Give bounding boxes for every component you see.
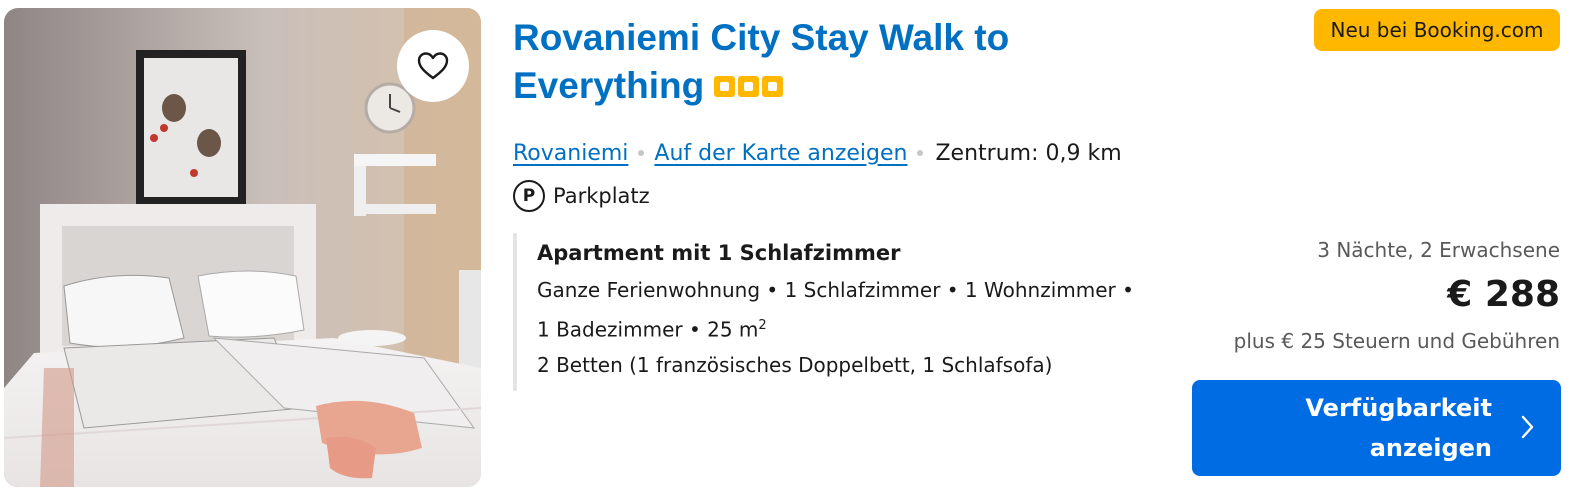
star-icon xyxy=(738,76,760,97)
show-availability-label: Verfügbarkeit anzeigen xyxy=(1192,388,1492,468)
square-meter-superscript: 2 xyxy=(758,318,767,333)
show-on-map-link[interactable]: Auf der Karte anzeigen xyxy=(654,141,907,166)
distance-to-center: Zentrum: 0,9 km xyxy=(935,140,1122,166)
star-icon xyxy=(714,76,736,97)
room-details: Apartment mit 1 Schlafzimmer Ganze Ferie… xyxy=(513,233,1173,391)
favorite-button[interactable] xyxy=(397,30,469,102)
property-photo[interactable] xyxy=(4,8,481,487)
show-availability-label-line-2: anzeigen xyxy=(1369,434,1492,462)
room-features-line-2: 1 Badezimmer • 25 m2 xyxy=(537,308,1173,348)
price-summary: 3 Nächte, 2 Erwachsene € 288 plus € 25 S… xyxy=(1200,234,1560,358)
room-beds-line: 2 Betten (1 französisches Doppelbett, 1 … xyxy=(537,352,1053,377)
new-on-booking-badge: Neu bei Booking.com xyxy=(1314,9,1560,51)
show-availability-button[interactable]: Verfügbarkeit anzeigen xyxy=(1192,380,1561,476)
room-features-line-2-text: 1 Badezimmer • 25 m xyxy=(537,317,759,342)
parking-facility: P Parkplatz xyxy=(513,178,650,214)
taxes-and-fees: plus € 25 Steuern und Gebühren xyxy=(1233,329,1560,353)
price-amount: € 288 xyxy=(1447,274,1560,315)
separator-dot xyxy=(638,150,645,156)
nights-and-guests: 3 Nächte, 2 Erwachsene xyxy=(1317,238,1560,262)
star-icon xyxy=(762,76,784,97)
room-features-line-1: Ganze Ferienwohnung • 1 Schlafzimmer • 1… xyxy=(537,278,1134,302)
chevron-right-icon xyxy=(1521,415,1534,439)
heart-icon xyxy=(417,52,449,80)
parking-icon: P xyxy=(513,180,545,212)
parking-label: Parkplatz xyxy=(553,184,650,208)
location-row: Rovaniemi Auf der Karte anzeigen Zentrum… xyxy=(513,134,1122,172)
property-title[interactable]: Rovaniemi City Stay Walk to Everything xyxy=(513,14,1133,110)
show-availability-label-line-1: Verfügbarkeit xyxy=(1305,394,1492,422)
star-rating xyxy=(714,76,784,97)
separator-dot xyxy=(917,150,924,156)
room-title: Apartment mit 1 Schlafzimmer xyxy=(537,241,901,265)
city-link[interactable]: Rovaniemi xyxy=(513,141,628,166)
